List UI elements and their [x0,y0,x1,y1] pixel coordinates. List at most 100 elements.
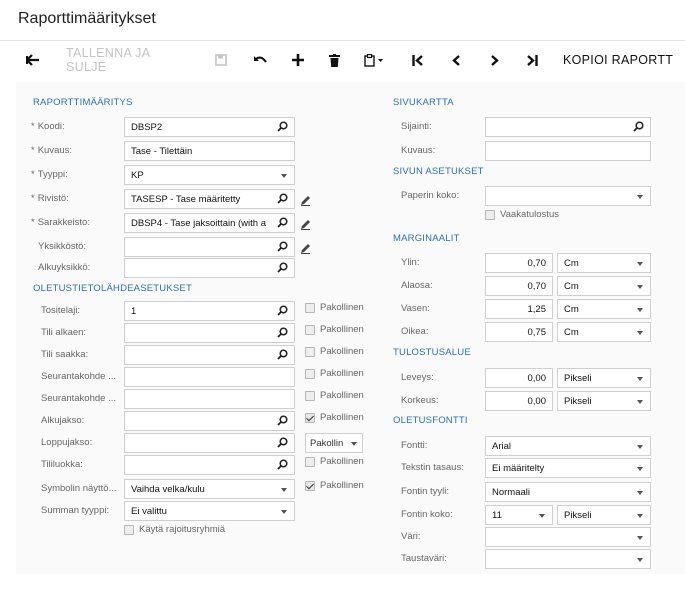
search-icon[interactable] [277,121,288,135]
section-page-settings: SIVUN ASETUKSET [393,166,484,177]
location-field[interactable] [485,117,651,137]
use-restriction-groups-label: Käytä rajoitusryhmiä [139,524,226,535]
width-unit-select[interactable]: Pikseli [557,368,651,388]
account-class-label: Tililuokka: [41,459,83,470]
code-field[interactable]: DBSP2 [124,117,295,137]
edit-pencil-icon[interactable] [300,241,311,259]
font-size-select[interactable]: 11 [485,505,553,525]
chevron-down-icon [281,488,287,492]
height-unit-select[interactable]: Pikseli [557,391,651,411]
color-select[interactable] [485,527,651,547]
end-period-field[interactable] [124,433,295,453]
sign-display-select[interactable]: Vaihda velka/kulu [124,479,295,499]
code-label: * Koodi: [31,121,65,132]
bottom-margin-field[interactable]: 0,70 [485,276,553,296]
edit-pencil-icon[interactable] [300,217,311,235]
type-select[interactable]: KP [124,165,295,185]
voucher-type-label: Tositelaji: [41,305,81,316]
required-checkbox[interactable] [305,413,315,423]
required-checkbox[interactable] [305,325,315,335]
font-select[interactable]: Arial [485,436,651,456]
search-icon[interactable] [633,121,644,135]
page-title: Raporttimääritykset [18,10,156,27]
text-alignment-label: Tekstin tasaus: [401,462,464,473]
search-icon[interactable] [277,217,288,231]
required-checkbox[interactable] [305,457,315,467]
next-icon[interactable] [484,41,504,79]
right-margin-unit-select[interactable]: Cm [557,322,651,342]
back-arrow-icon[interactable] [22,41,44,79]
chevron-down-icon [637,285,643,289]
account-from-field[interactable] [124,323,295,343]
last-record-icon[interactable] [522,41,542,79]
clipboard-icon[interactable] [360,41,390,79]
delete-icon[interactable] [324,41,344,79]
column-set-field[interactable]: DBSP4 - Tase jaksoittain (with a [124,213,295,233]
left-margin-field[interactable]: 1,25 [485,299,553,319]
first-record-icon[interactable] [408,41,428,79]
left-margin-unit-select[interactable]: Cm [557,299,651,319]
top-margin-field[interactable]: 0,70 [485,253,553,273]
description-field[interactable]: Tase - Tilettäin [124,141,295,161]
font-size-unit-select[interactable]: Pikseli [557,505,651,525]
chevron-down-icon [637,445,643,449]
chevron-down-icon [281,510,287,514]
font-style-select[interactable]: Normaali [485,482,651,502]
tracking-item-1-field[interactable] [124,367,295,387]
start-unit-field[interactable] [124,258,295,278]
chevron-down-icon [637,308,643,312]
height-field[interactable]: 0,00 [485,391,553,411]
search-icon[interactable] [277,262,288,276]
add-icon[interactable] [288,41,308,79]
landscape-checkbox[interactable] [485,210,495,220]
undo-icon[interactable] [250,41,270,79]
required-checkbox[interactable] [305,369,315,379]
start-period-field[interactable] [124,411,295,431]
right-margin-field[interactable]: 0,75 [485,322,553,342]
previous-icon[interactable] [446,41,466,79]
save-close-button[interactable]: TALLENNA JA SULJE [66,41,190,79]
chevron-down-icon [539,514,545,518]
account-class-field[interactable] [124,455,295,475]
chevron-down-icon [351,442,357,446]
save-icon[interactable] [212,41,230,79]
search-icon[interactable] [277,241,288,255]
voucher-type-field[interactable]: 1 [124,301,295,321]
text-alignment-select[interactable]: Ei määritelty [485,458,651,478]
search-icon[interactable] [277,327,288,341]
copy-report-button[interactable]: KOPIOI RAPORTT [563,41,685,79]
required-checkbox[interactable] [305,347,315,357]
account-from-label: Tili alkaen: [41,327,87,338]
search-icon[interactable] [277,349,288,363]
required-checkbox[interactable] [305,391,315,401]
row-set-field[interactable]: TASESP - Tase määritetty [124,189,295,209]
section-default-font: OLETUSFONTTI [393,415,468,426]
font-label: Fontti: [401,440,428,451]
paper-size-select[interactable] [485,186,651,206]
section-sitemap: SIVUKARTTA [393,97,454,108]
edit-pencil-icon[interactable] [300,193,311,211]
search-icon[interactable] [277,305,288,319]
tracking-item-2-label: Seurantakohde ... [41,393,116,404]
use-restriction-groups-checkbox[interactable] [124,525,134,535]
sitemap-description-field[interactable] [485,141,651,161]
required-checkbox[interactable] [305,481,315,491]
paper-size-label: Paperin koko: [401,190,460,201]
tracking-item-2-field[interactable] [124,389,295,409]
unit-set-field[interactable] [124,237,295,257]
required-select[interactable]: Pakollin [305,433,363,453]
amount-type-select[interactable]: Ei valittu [124,501,295,521]
unit-set-label: Yksikköstö: [38,241,87,252]
chevron-down-icon [637,262,643,266]
bottom-margin-unit-select[interactable]: Cm [557,276,651,296]
required-checkbox[interactable] [305,303,315,313]
search-icon[interactable] [277,193,288,207]
account-to-field[interactable] [124,345,295,365]
search-icon[interactable] [277,459,288,473]
width-label: Leveys: [401,372,434,383]
width-field[interactable]: 0,00 [485,368,553,388]
background-color-select[interactable] [485,549,651,569]
search-icon[interactable] [277,437,288,451]
search-icon[interactable] [277,415,288,429]
top-margin-unit-select[interactable]: Cm [557,253,651,273]
